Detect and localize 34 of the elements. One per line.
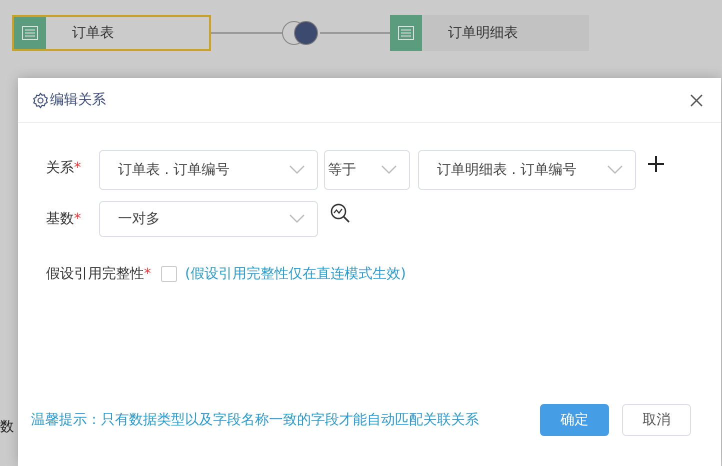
close-button[interactable] (690, 94, 703, 106)
field-label: 关系* (46, 159, 82, 177)
magnifier-chart-icon (330, 203, 350, 223)
settings-icon (32, 92, 49, 108)
table-icon (398, 26, 414, 40)
chevron-down-icon (381, 165, 397, 175)
chevron-down-icon (607, 165, 623, 175)
table-node[interactable]: 订单明细表 (390, 15, 589, 51)
dropdown[interactable]: 订单表 . 订单编号 (99, 150, 318, 190)
required-mark: * (74, 211, 81, 227)
field-label: 假设引用完整性* (46, 265, 151, 283)
table-icon (22, 26, 38, 40)
add-button[interactable] (648, 156, 664, 172)
preview-button[interactable] (330, 203, 350, 223)
cancel-button[interactable]: 取消 (622, 404, 691, 436)
integrity-note: (假设引用完整性仅在直连模式生效) (185, 265, 406, 283)
checkbox[interactable] (161, 266, 177, 282)
join-icon (282, 20, 320, 46)
required-mark: * (144, 266, 151, 282)
dropdown[interactable]: 订单明细表 . 订单编号 (418, 150, 636, 190)
table-name: 订单明细表 (447, 24, 518, 43)
chevron-down-icon (289, 214, 305, 224)
dropdown[interactable]: 等于 (324, 150, 410, 190)
hint-text: 温馨提示：只有数据类型以及字段名称一致的字段才能自动匹配关联关系 (31, 411, 480, 429)
table-cell: 数 (0, 418, 14, 436)
table-node[interactable]: 订单表 (12, 15, 211, 51)
table-name: 订单表 (71, 24, 114, 43)
close-icon (690, 94, 703, 106)
required-mark: * (74, 160, 81, 176)
chevron-down-icon (289, 165, 305, 175)
plus-icon (648, 156, 664, 172)
dropdown[interactable]: 一对多 (99, 201, 318, 237)
dialog-title: 编辑关系 (50, 91, 106, 109)
field-label: 基数* (46, 210, 82, 228)
